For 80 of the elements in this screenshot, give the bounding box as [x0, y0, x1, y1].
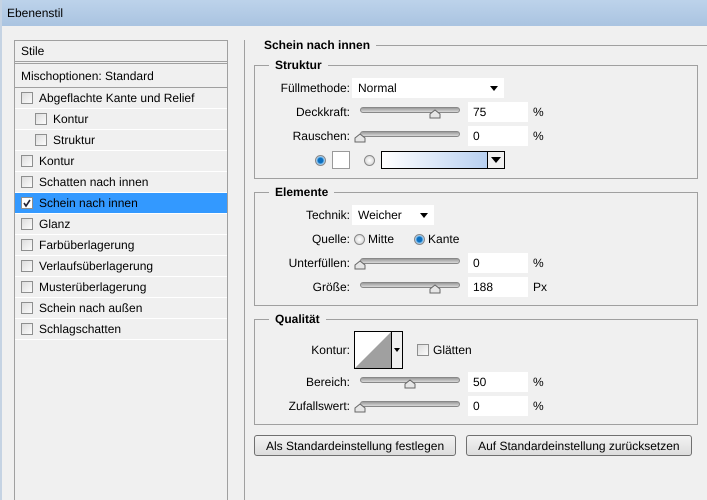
checkbox[interactable] — [21, 155, 33, 167]
radio-button[interactable] — [364, 154, 375, 166]
checkbox[interactable] — [21, 176, 33, 188]
color-swatch[interactable] — [332, 151, 350, 169]
unit-label: % — [533, 105, 544, 119]
value-field[interactable]: 0 — [468, 396, 528, 416]
field-label: Quelle: — [310, 232, 351, 246]
checkbox-label: Glätten — [433, 343, 472, 357]
slider-thumb[interactable] — [354, 402, 366, 412]
caret-icon — [491, 157, 501, 163]
gradient-picker[interactable] — [381, 151, 505, 169]
style-item[interactable]: Glanz — [15, 214, 227, 235]
checkbox[interactable] — [21, 302, 33, 314]
style-item[interactable]: Kontur — [15, 151, 227, 172]
radio-label: Kante — [428, 232, 460, 246]
unit-label: % — [533, 375, 544, 389]
radio-option[interactable]: Kante — [414, 232, 460, 246]
value-field[interactable]: 0 — [468, 253, 528, 273]
style-item[interactable]: Verlaufsüberlagerung — [15, 256, 227, 277]
value-field[interactable]: 188 — [468, 277, 528, 297]
field-label: Kontur: — [310, 343, 351, 357]
style-item[interactable]: Schlagschatten — [15, 319, 227, 340]
radio-button[interactable] — [414, 234, 426, 244]
field-label: Größe: — [312, 280, 351, 294]
unit-label: Px — [533, 280, 548, 294]
value-field[interactable]: 50 — [468, 372, 528, 392]
unit-label: % — [533, 399, 544, 413]
window-title: Ebenenstil — [7, 6, 64, 20]
style-item[interactable]: Abgeflachte Kante und Relief — [15, 88, 227, 109]
field-label: Technik: — [304, 208, 351, 222]
field-label: Zufallswert: — [288, 399, 351, 413]
radio-option[interactable]: Mitte — [354, 232, 394, 246]
field-label: Füllmethode: — [280, 81, 351, 95]
checkbox[interactable] — [21, 197, 33, 209]
slider-thumb[interactable] — [354, 132, 366, 142]
value-field[interactable]: 0 — [468, 126, 528, 146]
field-label: Unterfüllen: — [288, 256, 351, 270]
slider-thumb[interactable] — [404, 378, 416, 388]
slider-thumb[interactable] — [429, 284, 441, 294]
style-item[interactable]: Musterüberlagerung — [15, 277, 227, 298]
checkbox[interactable] — [21, 239, 33, 251]
blend-options-item[interactable]: Mischoptionen: Standard — [15, 64, 227, 88]
style-item[interactable]: Schein nach innen — [15, 193, 227, 214]
checkbox[interactable] — [21, 218, 33, 230]
group-title: Elemente — [269, 185, 334, 199]
checkbox[interactable] — [35, 113, 47, 125]
contour-curve-icon — [355, 332, 391, 368]
style-item[interactable]: Kontur — [15, 109, 227, 130]
caret-icon — [394, 348, 400, 352]
group-title: Struktur — [269, 58, 328, 72]
caret-icon — [420, 212, 428, 218]
checkbox[interactable] — [21, 92, 33, 104]
radio-button[interactable] — [354, 234, 365, 244]
field-label: Rauschen: — [292, 129, 351, 143]
dropdown[interactable]: Weicher — [352, 205, 434, 225]
checkbox[interactable] — [21, 281, 33, 293]
contour-picker[interactable] — [354, 331, 403, 369]
style-item[interactable]: Struktur — [15, 130, 227, 151]
checkbox[interactable] — [21, 323, 33, 335]
group-title: Qualität — [269, 312, 326, 326]
slider-thumb[interactable] — [354, 260, 366, 270]
checkbox[interactable] — [417, 344, 429, 356]
unit-label: % — [533, 129, 544, 143]
action-button[interactable]: Als Standardeinstellung festlegen — [254, 435, 456, 456]
style-item[interactable]: Farbüberlagerung — [15, 235, 227, 256]
action-button[interactable]: Auf Standardeinstellung zurücksetzen — [466, 435, 692, 456]
unit-label: % — [533, 256, 544, 270]
dropdown[interactable]: Normal — [352, 78, 504, 98]
radio-button[interactable] — [315, 154, 326, 166]
group-title: Schein nach innen — [252, 38, 376, 52]
slider-thumb[interactable] — [429, 108, 441, 118]
field-label: Bereich: — [304, 375, 351, 389]
style-item[interactable]: Schein nach außen — [15, 298, 227, 319]
caret-icon — [490, 86, 498, 90]
radio-label: Mitte — [368, 232, 394, 246]
field-label: Deckkraft: — [294, 105, 351, 119]
checkbox[interactable] — [35, 134, 47, 146]
value-field[interactable]: 75 — [468, 102, 528, 122]
checkbox[interactable] — [21, 260, 33, 272]
list-header: Stile — [15, 41, 227, 64]
